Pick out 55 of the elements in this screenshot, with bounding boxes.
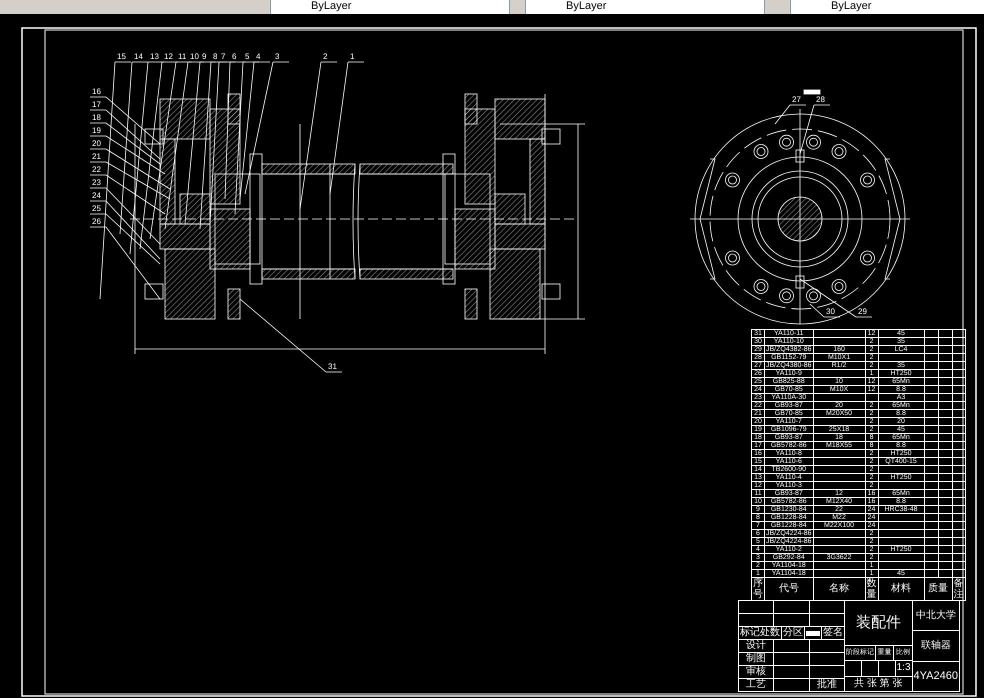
column-header: 材料 [891, 583, 912, 594]
part-number-label: 9 [202, 52, 206, 61]
column-header: 序号 [753, 578, 763, 600]
part-number-label: 8 [213, 52, 218, 61]
layer-dropdown[interactable]: ByLayer [525, 0, 765, 14]
part-number-label: 16 [92, 87, 101, 96]
part-number-label: 21 [92, 152, 101, 161]
revision-label: 分区 [783, 628, 803, 638]
role-label: 制图 [746, 654, 766, 664]
part-number-label: 29 [858, 307, 867, 316]
part-number-label: 30 [826, 307, 835, 316]
part-number-label: 2 [323, 52, 328, 61]
part-number-label: 5 [245, 52, 250, 61]
part-number-label: 1 [350, 52, 354, 61]
school-name: 中北大学 [916, 610, 956, 621]
layer-dropdown[interactable]: ByLayer [790, 0, 984, 14]
part-number-label: 25 [92, 204, 101, 213]
layer-dropdown[interactable]: ByLayer [270, 0, 510, 14]
part-number-label: 18 [92, 113, 101, 122]
column-header: 质量 [928, 583, 948, 594]
drawing-number: 4YA2460 [914, 671, 958, 682]
part-number-label: 14 [134, 52, 143, 61]
column-header: 代号 [778, 583, 799, 594]
part-number-label: 7 [221, 52, 226, 61]
part-number-label: 26 [92, 217, 101, 226]
column-header: 名称 [829, 583, 850, 594]
column-header: 数量 [866, 578, 877, 600]
part-number-label: 19 [92, 126, 101, 135]
role-label: 审核 [746, 667, 766, 677]
column-header: 备注 [954, 578, 964, 600]
scale-value: 1:3 [896, 663, 911, 674]
part-number-label: 28 [816, 95, 825, 104]
part-number-label: 3 [275, 52, 280, 61]
part-number-label: 22 [92, 165, 101, 174]
part-number-label: 27 [792, 95, 801, 104]
part-number-label: 17 [92, 100, 101, 109]
part-number-label: 20 [92, 139, 101, 148]
role-label: 设计 [746, 641, 766, 651]
revision-label: 签名 [823, 628, 843, 638]
part-number-label: 6 [232, 52, 236, 61]
role-label: 工艺 [746, 680, 766, 690]
part-number-label: 11 [178, 52, 186, 61]
part-name: 联轴器 [920, 640, 951, 651]
part-number-label: 15 [117, 52, 126, 61]
part-number-label: 23 [92, 178, 101, 187]
part-number-label: 24 [92, 191, 101, 200]
part-number-label: 12 [164, 52, 173, 61]
part-number-label: 10 [190, 52, 199, 61]
revision-label: 标记处数 [740, 628, 780, 638]
part-number-label: 13 [150, 52, 159, 61]
part-number-label: 4 [256, 52, 260, 61]
part-number-label: 31 [328, 362, 337, 371]
role-label: 批准 [816, 680, 837, 690]
signature-bar [806, 630, 820, 636]
sheet-count-label: 共 张 第 张 [854, 678, 902, 689]
